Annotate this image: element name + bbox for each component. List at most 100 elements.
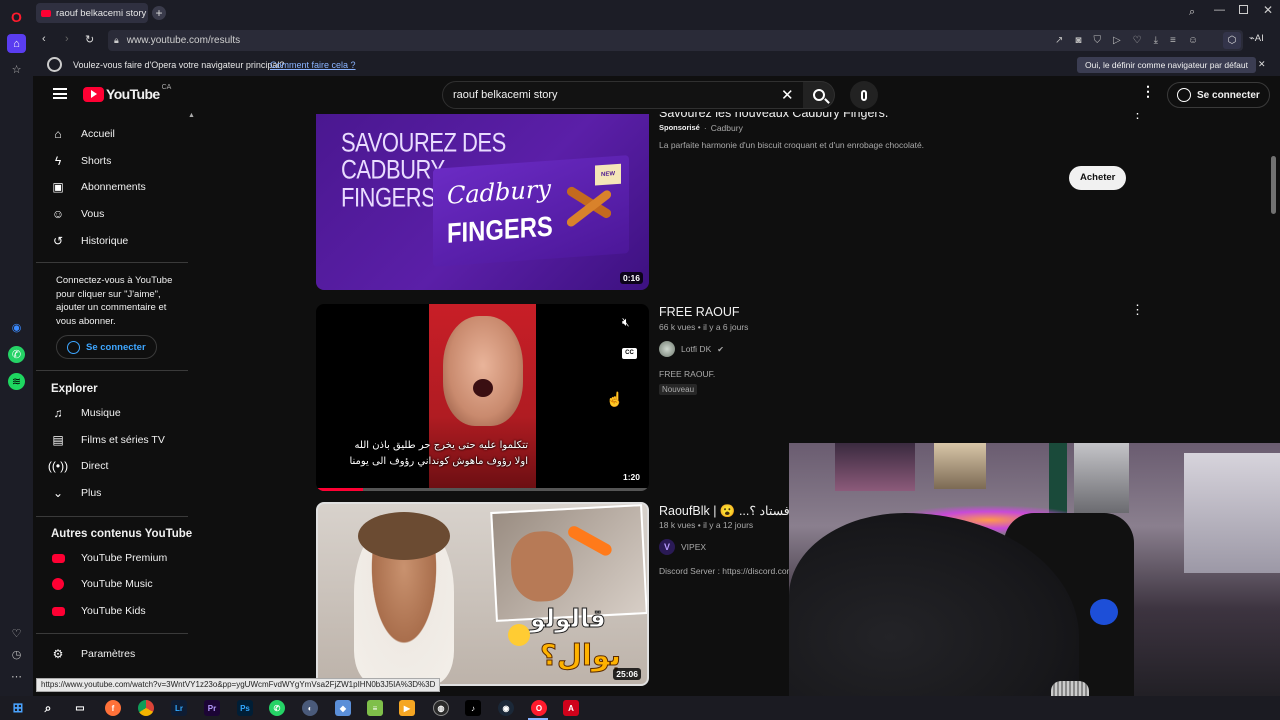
set-default-button[interactable]: Oui, le définir comme navigateur par déf… xyxy=(1077,57,1257,73)
shield-icon[interactable]: ⛉ xyxy=(1093,35,1101,46)
steam-icon[interactable]: ◉ xyxy=(498,700,514,716)
acrobat-icon[interactable]: A xyxy=(563,700,579,716)
buy-button[interactable]: Acheter xyxy=(1069,166,1127,190)
home-icon[interactable]: ⌂ xyxy=(7,34,26,53)
more-icon[interactable]: ⋯ xyxy=(8,668,25,685)
infobar-link[interactable]: Comment faire cela ? xyxy=(270,60,356,70)
reload-icon[interactable]: ↻ xyxy=(85,33,94,46)
chrome-icon[interactable] xyxy=(138,700,154,716)
opera-logo-icon[interactable]: O xyxy=(8,8,25,25)
lock-icon: 🔒︎ xyxy=(114,35,119,45)
home-icon: ⌂ xyxy=(54,127,62,141)
whatsapp-icon[interactable]: ✆ xyxy=(8,346,25,363)
more-youtube-title: Autres contenus YouTube xyxy=(51,528,193,540)
profile-icon[interactable]: ☺ xyxy=(1188,35,1198,46)
heart-icon[interactable]: ♡ xyxy=(8,625,25,642)
voice-search-button[interactable] xyxy=(850,81,878,109)
sidebar-item-music[interactable]: ♫ Musique xyxy=(51,402,121,424)
maximize-button[interactable] xyxy=(1239,5,1248,14)
download-icon[interactable]: ⤓ xyxy=(1154,35,1158,46)
firefox-icon[interactable]: f xyxy=(105,700,121,716)
forward-icon[interactable]: › xyxy=(65,33,69,45)
clock-icon[interactable]: ◷ xyxy=(8,646,25,663)
hamburger-icon[interactable] xyxy=(53,88,67,99)
opera-icon[interactable]: O xyxy=(531,700,547,716)
search-icon[interactable]: ⌕ xyxy=(40,700,56,716)
share-icon[interactable]: ↗ xyxy=(1055,35,1063,46)
history-icon: ↺ xyxy=(52,234,64,248)
tiktok-icon[interactable]: ♪ xyxy=(465,700,481,716)
tab-youtube[interactable]: raouf belkacemi story - Yo xyxy=(36,3,148,23)
sidebar-item-youtube-music[interactable]: YouTube Music xyxy=(51,573,153,595)
sidebar-item-movies[interactable]: ▤ Films et séries TV xyxy=(51,429,165,451)
sidebar-item-more[interactable]: ⌄ Plus xyxy=(51,482,101,504)
video-meta: 66 k vues • il y a 6 jours xyxy=(659,322,749,332)
close-icon[interactable]: ✕ xyxy=(1258,59,1266,70)
video-title[interactable]: FREE RAOUF xyxy=(659,305,740,319)
heart-outline-icon[interactable]: ♡ xyxy=(1133,35,1142,46)
sidebar-item-label: Films et séries TV xyxy=(81,434,165,446)
sign-in-button[interactable]: Se connecter xyxy=(1167,82,1270,108)
premiere-icon[interactable]: Pr xyxy=(204,700,220,716)
sidebar-item-home[interactable]: ⌂ Accueil xyxy=(51,123,114,145)
video-title[interactable]: RaoufBlk | 😮 ...بال فستاد ؟ xyxy=(659,503,789,519)
spotify-icon[interactable]: ≋ xyxy=(8,373,25,390)
video-thumbnail[interactable]: قالولو بوال؟ 25:06 xyxy=(316,502,649,686)
ad-thumbnail[interactable]: SAVOUREZ DES CADBURY FINGERS Cadbury FIN… xyxy=(316,114,649,290)
play-icon[interactable]: ▷ xyxy=(1113,35,1121,46)
sponsored-label: Sponsorisé xyxy=(659,123,700,132)
app-icon[interactable]: ◐ xyxy=(302,700,318,716)
sidebar-sign-in-button[interactable]: Se connecter xyxy=(56,335,157,359)
mute-icon[interactable]: 🔇︎ xyxy=(622,315,630,330)
sidebar-item-settings[interactable]: ⚙ Paramètres xyxy=(51,643,136,665)
clear-search-icon[interactable]: ✕ xyxy=(781,86,794,104)
media-player-icon[interactable]: ▶ xyxy=(399,700,415,716)
sidebar-item-you[interactable]: ☺ Vous xyxy=(51,203,105,225)
search-box: raouf belkacemi story ✕ xyxy=(442,81,805,109)
messenger-icon[interactable]: ◉ xyxy=(8,319,25,336)
video-more-icon[interactable]: ⋮ xyxy=(1131,302,1144,318)
youtube-logo[interactable]: YouTube CA xyxy=(83,84,171,102)
task-view-icon[interactable]: ▭ xyxy=(72,700,88,716)
video-thumbnail[interactable]: تتكلموا عليه حتى يخرج حر طليق باذن الله … xyxy=(316,304,649,491)
minimize-button[interactable]: — xyxy=(1214,4,1225,16)
sidebar-item-label: YouTube Premium xyxy=(81,552,168,564)
notepad-icon[interactable]: ≡ xyxy=(367,700,383,716)
new-tab-button[interactable]: + xyxy=(152,6,166,20)
close-window-button[interactable]: ✕ xyxy=(1263,3,1273,17)
sidebar-item-history[interactable]: ↺ Historique xyxy=(51,230,128,252)
whatsapp-icon[interactable]: ✆ xyxy=(269,700,285,716)
ai-button[interactable]: ⌁AI xyxy=(1249,33,1264,44)
ad-more-icon[interactable]: ⋮ xyxy=(1131,112,1144,122)
search-button[interactable] xyxy=(803,81,835,109)
lightroom-icon[interactable]: Lr xyxy=(171,700,187,716)
back-icon[interactable]: ‹ xyxy=(42,33,46,45)
app-icon[interactable]: ◆ xyxy=(335,700,351,716)
page-scrollbar[interactable] xyxy=(1271,156,1276,214)
sidebar-item-label: Shorts xyxy=(81,155,112,167)
sidebar-item-subscriptions[interactable]: ▣ Abonnements xyxy=(51,176,145,198)
extensions-icon[interactable]: ⬡ xyxy=(1223,32,1241,49)
sidebar-item-live[interactable]: ((•)) Direct xyxy=(48,455,109,477)
youtube-premium-icon xyxy=(51,551,65,565)
tab-title: raouf belkacemi story - Yo xyxy=(56,7,148,19)
obs-icon[interactable]: ◍ xyxy=(433,700,449,716)
channel-link[interactable]: V VIPEX xyxy=(659,539,706,555)
progress-track xyxy=(316,488,649,491)
sidebar-scroll-up[interactable]: ▲ xyxy=(188,112,195,119)
sidebar-item-premium[interactable]: YouTube Premium xyxy=(51,547,167,569)
windows-start-icon[interactable]: ⊞ xyxy=(10,700,26,716)
cc-button[interactable]: CC xyxy=(622,348,637,359)
menu-icon[interactable]: ≡ xyxy=(1170,35,1176,46)
gear-icon: ⚙ xyxy=(52,647,64,661)
search-tabs-icon[interactable]: ⌕ xyxy=(1189,6,1195,19)
camera-icon[interactable]: ◙ xyxy=(1075,35,1081,46)
star-icon[interactable]: ☆ xyxy=(8,61,25,78)
sidebar-item-youtube-kids[interactable]: YouTube Kids xyxy=(51,600,146,622)
sidebar-item-shorts[interactable]: ϟ Shorts xyxy=(51,150,112,172)
channel-link[interactable]: Lotfi DK ✔ xyxy=(659,341,724,357)
channel-avatar: V xyxy=(659,539,675,555)
settings-more-icon[interactable]: ⋮ xyxy=(1141,84,1155,98)
search-input[interactable]: raouf belkacemi story xyxy=(453,89,558,101)
photoshop-icon[interactable]: Ps xyxy=(237,700,253,716)
